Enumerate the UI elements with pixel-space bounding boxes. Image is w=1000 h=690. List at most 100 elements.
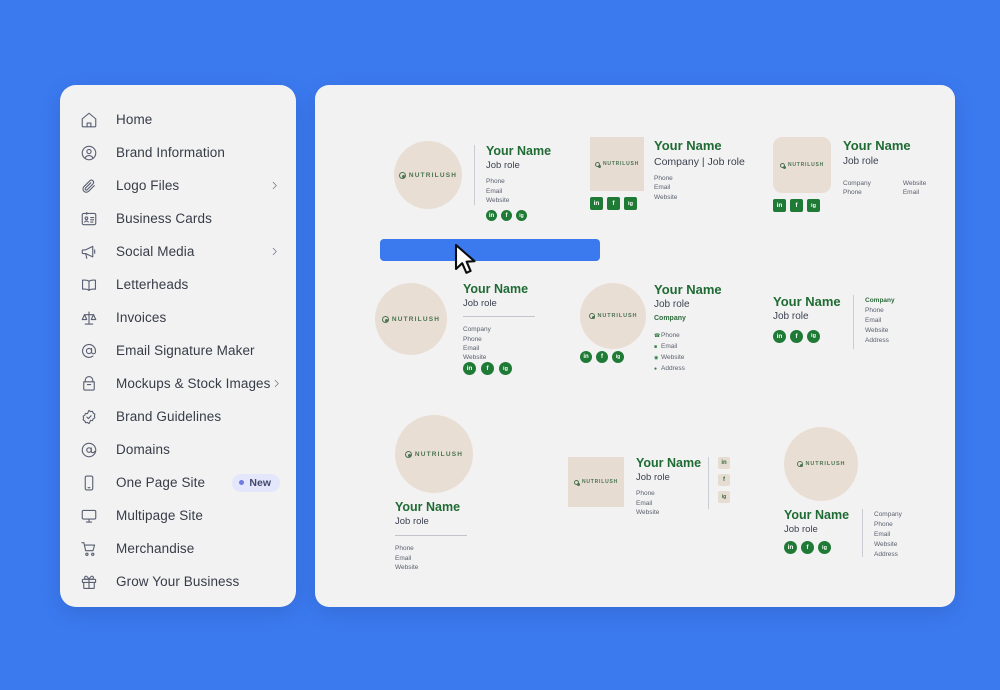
divider: [708, 457, 709, 509]
card-fields: Phone Email Website: [486, 177, 551, 205]
sidebar-item-mockups-stock-images[interactable]: Mockups & Stock Images: [60, 367, 296, 400]
user-circle-icon: [78, 142, 100, 164]
instagram-icon[interactable]: ig: [624, 197, 637, 210]
logo-ring-icon: [780, 163, 785, 168]
sidebar-item-home[interactable]: Home: [60, 103, 296, 136]
sidebar-item-merchandise[interactable]: Merchandise: [60, 532, 296, 565]
field-website: Website: [874, 540, 902, 550]
home-icon: [78, 109, 100, 131]
sidebar-item-letterheads[interactable]: Letterheads: [60, 268, 296, 301]
card-role: Job role: [486, 161, 551, 172]
field-email: Email: [865, 316, 895, 326]
card-role: Job role: [463, 299, 543, 310]
template-card-1[interactable]: NUTRILUSH Your Name Job role Phone Email…: [380, 135, 600, 263]
instagram-icon[interactable]: ig: [807, 199, 820, 212]
linkedin-icon[interactable]: in: [718, 457, 730, 469]
social-icons[interactable]: in f ig: [590, 197, 637, 210]
template-card-8[interactable]: NUTRILUSH Your Name Job role Phone Email…: [568, 457, 763, 537]
linkedin-icon[interactable]: in: [590, 197, 603, 210]
instagram-icon[interactable]: ig: [499, 362, 512, 375]
sidebar-item-multipage-site[interactable]: Multipage Site: [60, 499, 296, 532]
linkedin-icon[interactable]: in: [463, 362, 476, 375]
field-email: Email: [463, 344, 543, 353]
sidebar-item-invoices[interactable]: Invoices: [60, 301, 296, 334]
sidebar-item-business-cards[interactable]: Business Cards: [60, 202, 296, 235]
brand-logo: NUTRILUSH: [595, 161, 639, 167]
brand-logo: NUTRILUSH: [405, 451, 463, 458]
social-icons[interactable]: in f ig: [773, 330, 841, 343]
linkedin-icon[interactable]: in: [580, 351, 592, 363]
sidebar-item-logo-files[interactable]: Logo Files: [60, 169, 296, 202]
instagram-icon[interactable]: ig: [718, 491, 730, 503]
chevron-right-icon[interactable]: [269, 246, 280, 257]
sidebar-item-label: Merchandise: [116, 541, 194, 556]
linkedin-icon[interactable]: in: [486, 210, 497, 221]
sidebar-item-label: Social Media: [116, 244, 195, 259]
field-email: Email: [654, 183, 745, 192]
card-role: Job role: [395, 517, 467, 528]
template-card-9[interactable]: NUTRILUSH Your Name Job role in f ig Com…: [770, 427, 955, 557]
social-icons[interactable]: in f ig: [463, 362, 512, 375]
sidebar-item-brand-information[interactable]: Brand Information: [60, 136, 296, 169]
field-website: Website: [463, 353, 543, 362]
social-icons[interactable]: in f ig: [784, 541, 849, 554]
social-icons[interactable]: in f ig: [486, 210, 551, 221]
instagram-icon[interactable]: ig: [612, 351, 624, 363]
facebook-icon[interactable]: f: [596, 351, 608, 363]
logo-circle: NUTRILUSH: [375, 283, 447, 355]
social-icons[interactable]: in f ig: [580, 351, 624, 363]
linkedin-icon[interactable]: in: [784, 541, 797, 554]
facebook-icon[interactable]: f: [790, 330, 803, 343]
facebook-icon[interactable]: f: [607, 197, 620, 210]
sidebar-item-label: Home: [116, 112, 152, 127]
sidebar-item-email-signature-maker[interactable]: Email Signature Maker: [60, 334, 296, 367]
sidebar-item-label: Letterheads: [116, 277, 188, 292]
sidebar-item-label: Email Signature Maker: [116, 343, 255, 358]
sidebar-item-domains[interactable]: Domains: [60, 433, 296, 466]
template-card-6[interactable]: Your Name Job role in f ig Company Phone…: [773, 295, 955, 370]
sidebar-item-label: Multipage Site: [116, 508, 203, 523]
field-company: Company: [865, 296, 895, 306]
template-card-7[interactable]: NUTRILUSH Your Name Job role Phone Email…: [381, 415, 571, 555]
card-name: Your Name: [784, 509, 849, 523]
card-name: Your Name: [463, 283, 543, 297]
facebook-icon[interactable]: f: [481, 362, 494, 375]
template-card-4[interactable]: NUTRILUSH Your Name Job role Company Pho…: [375, 283, 580, 388]
card-fields: Phone Email Website: [654, 174, 745, 202]
divider: [474, 145, 475, 205]
check-badge-icon: [78, 406, 100, 428]
logo-wordmark: NUTRILUSH: [788, 162, 824, 168]
facebook-icon[interactable]: f: [718, 474, 730, 486]
facebook-icon[interactable]: f: [801, 541, 814, 554]
field-phone: Phone: [463, 335, 543, 344]
brand-logo: NUTRILUSH: [589, 313, 638, 319]
facebook-icon[interactable]: f: [501, 210, 512, 221]
sidebar-item-one-page-site[interactable]: One Page SiteNew: [60, 466, 296, 499]
chevron-right-icon[interactable]: [271, 378, 282, 389]
chevron-right-icon[interactable]: [269, 180, 280, 191]
card-name: Your Name: [773, 295, 841, 309]
social-icons[interactable]: in f ig: [773, 199, 820, 212]
template-card-2[interactable]: NUTRILUSH in f ig Your Name Company | Jo…: [590, 137, 780, 227]
field-address: Address: [865, 336, 895, 346]
template-card-5[interactable]: NUTRILUSH in f ig Your Name Job role Com…: [580, 283, 780, 383]
card-name: Your Name: [654, 139, 745, 153]
sidebar-item-brand-guidelines[interactable]: Brand Guidelines: [60, 400, 296, 433]
logo-circle: NUTRILUSH: [580, 283, 646, 349]
linkedin-icon[interactable]: in: [773, 330, 786, 343]
selection-bar[interactable]: [380, 239, 600, 261]
sidebar-item-social-media[interactable]: Social Media: [60, 235, 296, 268]
social-icons[interactable]: in f ig: [718, 457, 730, 503]
divider: [395, 535, 467, 536]
linkedin-icon[interactable]: in: [773, 199, 786, 212]
card-name: Your Name: [636, 457, 701, 471]
instagram-icon[interactable]: ig: [516, 210, 527, 221]
field-phone: Phone: [874, 520, 902, 530]
instagram-icon[interactable]: ig: [818, 541, 831, 554]
card-name: Your Name: [395, 501, 467, 515]
sidebar-item-grow-your-business[interactable]: Grow Your Business: [60, 565, 296, 598]
template-card-3[interactable]: NUTRILUSH in f ig Your Name Job role Com…: [773, 137, 955, 227]
instagram-icon[interactable]: ig: [807, 330, 820, 343]
field-phone: Phone: [654, 174, 745, 183]
facebook-icon[interactable]: f: [790, 199, 803, 212]
